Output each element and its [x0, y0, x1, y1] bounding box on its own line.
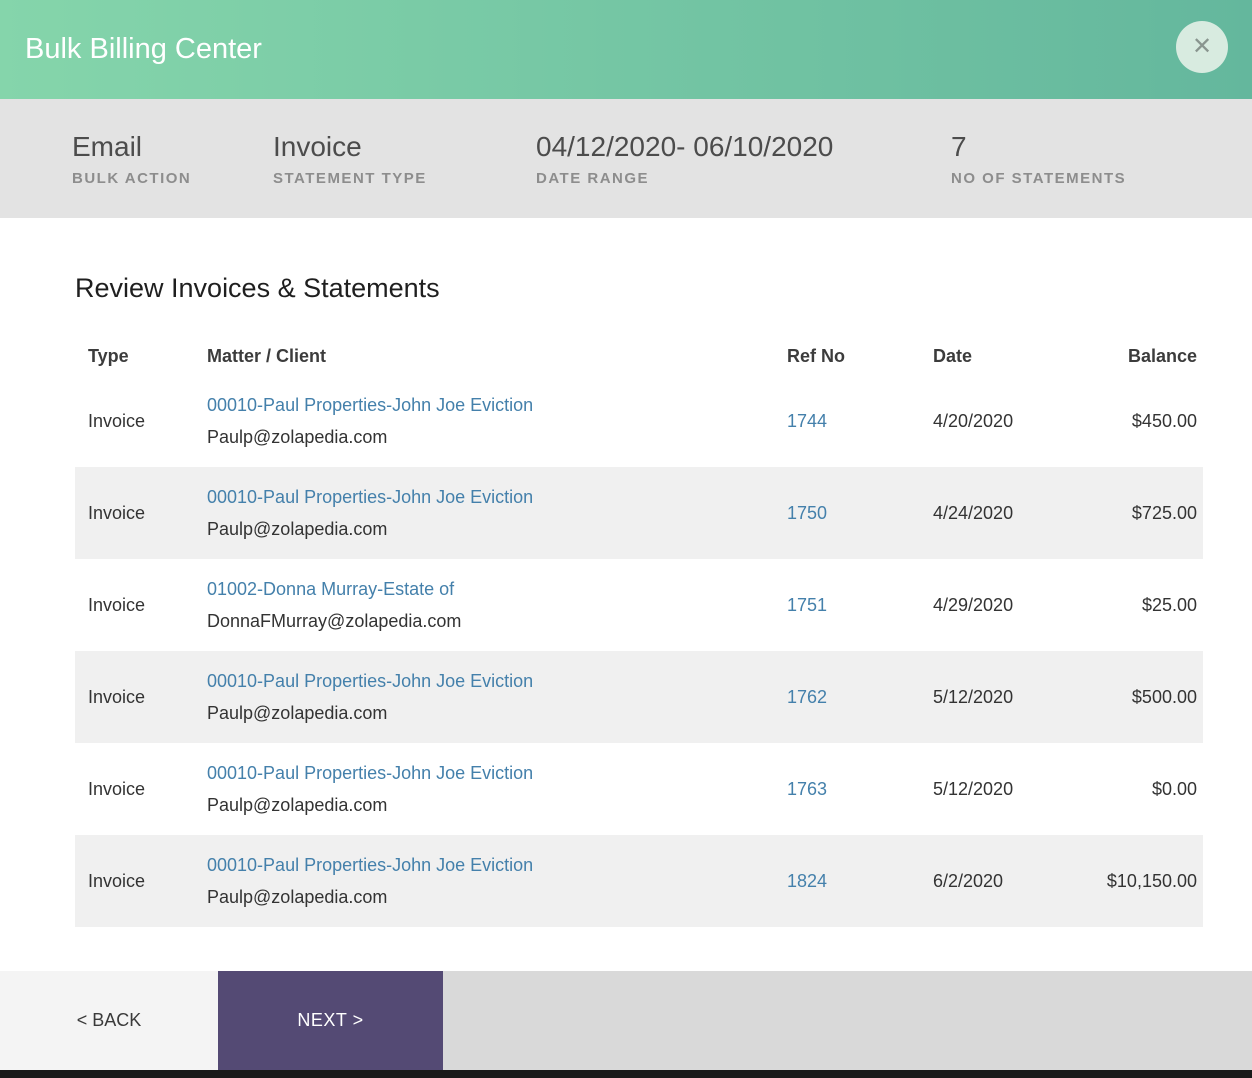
statement-count-value: 7	[951, 130, 967, 162]
ref-no-link[interactable]: 1824	[787, 871, 827, 891]
ref-no-link[interactable]: 1763	[787, 779, 827, 799]
table-header-row: Type Matter / Client Ref No Date Balance	[75, 337, 1203, 375]
matter-link[interactable]: 01002-Donna Murray-Estate of	[207, 579, 454, 599]
table-row: Invoice 01002-Donna Murray-Estate of Don…	[75, 559, 1203, 651]
summary-bulk-action: Email BULK ACTION	[72, 131, 273, 187]
cell-matter-client: 00010-Paul Properties-John Joe Eviction …	[207, 757, 787, 821]
matter-link[interactable]: 00010-Paul Properties-John Joe Eviction	[207, 763, 533, 783]
statement-type-value: Invoice	[273, 130, 362, 162]
cell-balance: $10,150.00	[1106, 870, 1197, 891]
next-button[interactable]: NEXT >	[218, 971, 443, 1070]
cell-balance: $725.00	[1131, 502, 1197, 523]
cell-ref-no: 1744	[787, 411, 933, 432]
table-row: Invoice 00010-Paul Properties-John Joe E…	[75, 651, 1203, 743]
close-button[interactable]: ✕	[1176, 21, 1228, 73]
matter-link[interactable]: 00010-Paul Properties-John Joe Eviction	[207, 671, 533, 691]
col-header-type: Type	[88, 345, 129, 366]
ref-no-link[interactable]: 1762	[787, 687, 827, 707]
cell-balance: $25.00	[1141, 594, 1197, 615]
col-header-matter-client: Matter / Client	[207, 345, 327, 366]
page-title: Review Invoices & Statements	[75, 273, 440, 303]
bulk-action-label: BULK ACTION	[72, 169, 192, 187]
table-row: Invoice 00010-Paul Properties-John Joe E…	[75, 467, 1203, 559]
col-header-date: Date	[933, 345, 973, 366]
col-header-ref-no: Ref No	[787, 345, 845, 366]
cell-date: 5/12/2020	[933, 686, 1014, 707]
cell-ref-no: 1824	[787, 871, 933, 892]
ref-no-link[interactable]: 1751	[787, 595, 827, 615]
client-email: Paulp@zolapedia.com	[207, 427, 388, 447]
matter-link[interactable]: 00010-Paul Properties-John Joe Eviction	[207, 855, 533, 875]
table-row: Invoice 00010-Paul Properties-John Joe E…	[75, 835, 1203, 927]
date-range-value: 04/12/2020- 06/10/2020	[536, 130, 834, 162]
cell-date: 5/12/2020	[933, 778, 1014, 799]
table-row: Invoice 00010-Paul Properties-John Joe E…	[75, 743, 1203, 835]
cell-type: Invoice	[88, 502, 146, 523]
cell-date: 4/20/2020	[933, 410, 1014, 431]
cell-matter-client: 00010-Paul Properties-John Joe Eviction …	[207, 481, 787, 545]
cell-type: Invoice	[88, 686, 146, 707]
cell-ref-no: 1762	[787, 687, 933, 708]
underlying-page-strip	[0, 1070, 1252, 1078]
statement-type-label: STATEMENT TYPE	[273, 169, 427, 187]
summary-statement-type: Invoice STATEMENT TYPE	[273, 131, 536, 187]
client-email: Paulp@zolapedia.com	[207, 795, 388, 815]
summary-bar: Email BULK ACTION Invoice STATEMENT TYPE…	[0, 99, 1252, 218]
modal-header: Bulk Billing Center ✕	[0, 0, 1252, 99]
bulk-action-value: Email	[72, 130, 143, 162]
matter-link[interactable]: 00010-Paul Properties-John Joe Eviction	[207, 395, 533, 415]
close-icon: ✕	[1191, 33, 1213, 60]
cell-balance: $0.00	[1151, 778, 1197, 799]
back-button[interactable]: < BACK	[0, 971, 218, 1070]
cell-ref-no: 1750	[787, 503, 933, 524]
cell-date: 4/24/2020	[933, 502, 1014, 523]
cell-type: Invoice	[88, 778, 146, 799]
bulk-billing-modal: Bulk Billing Center ✕ Email BULK ACTION …	[0, 0, 1252, 1078]
cell-ref-no: 1751	[787, 595, 933, 616]
cell-date: 4/29/2020	[933, 594, 1014, 615]
summary-date-range: 04/12/2020- 06/10/2020 DATE RANGE	[536, 131, 951, 187]
invoices-table: Type Matter / Client Ref No Date Balance…	[75, 337, 1203, 927]
col-header-balance: Balance	[1127, 345, 1197, 366]
cell-date: 6/2/2020	[933, 870, 1004, 891]
review-section: Review Invoices & Statements Type Matter…	[0, 218, 1252, 971]
cell-ref-no: 1763	[787, 779, 933, 800]
matter-link[interactable]: 00010-Paul Properties-John Joe Eviction	[207, 487, 533, 507]
ref-no-link[interactable]: 1750	[787, 503, 827, 523]
cell-matter-client: 01002-Donna Murray-Estate of DonnaFMurra…	[207, 573, 787, 637]
modal-footer: < BACK NEXT >	[0, 971, 1252, 1070]
cell-matter-client: 00010-Paul Properties-John Joe Eviction …	[207, 389, 787, 453]
cell-matter-client: 00010-Paul Properties-John Joe Eviction …	[207, 665, 787, 729]
table-row: Invoice 00010-Paul Properties-John Joe E…	[75, 375, 1203, 467]
client-email: DonnaFMurray@zolapedia.com	[207, 611, 462, 631]
cell-balance: $450.00	[1131, 410, 1197, 431]
client-email: Paulp@zolapedia.com	[207, 887, 388, 907]
modal-title: Bulk Billing Center	[25, 33, 262, 65]
client-email: Paulp@zolapedia.com	[207, 519, 388, 539]
cell-type: Invoice	[88, 410, 146, 431]
cell-type: Invoice	[88, 594, 146, 615]
statement-count-label: NO OF STATEMENTS	[951, 169, 1127, 187]
cell-balance: $500.00	[1131, 686, 1197, 707]
client-email: Paulp@zolapedia.com	[207, 703, 388, 723]
date-range-label: DATE RANGE	[536, 169, 650, 187]
cell-matter-client: 00010-Paul Properties-John Joe Eviction …	[207, 849, 787, 913]
summary-statement-count: 7 NO OF STATEMENTS	[951, 131, 1126, 187]
footer-filler	[443, 971, 1252, 1070]
cell-type: Invoice	[88, 870, 146, 891]
ref-no-link[interactable]: 1744	[787, 411, 827, 431]
